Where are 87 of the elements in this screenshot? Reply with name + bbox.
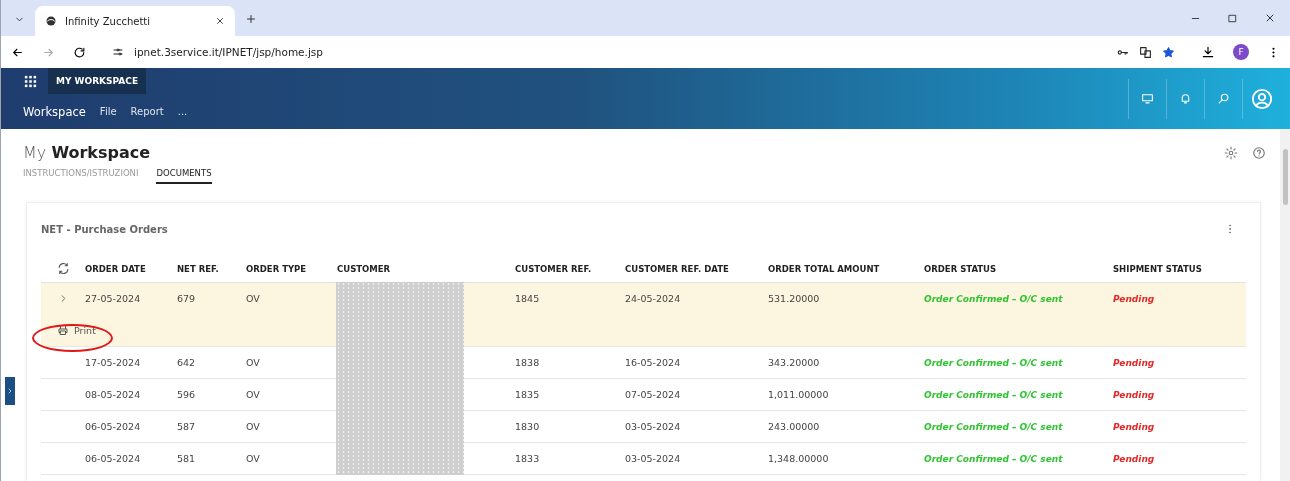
table-row[interactable]: 08-05-2024 596 OV 1835 07-05-2024 1,011.00000 Order Confirmed – O/C sent Pending bbox=[41, 379, 1246, 411]
table-cell-text: 343.20000 bbox=[768, 357, 821, 368]
table-cell-text: 06-05-2024 bbox=[85, 453, 142, 464]
url-text: ipnet.3service.it/IPNET/jsp/home.jsp bbox=[134, 46, 323, 58]
column-header[interactable]: CUSTOMER REF. DATE bbox=[625, 263, 768, 274]
site-settings-icon bbox=[112, 46, 124, 58]
order-status: Order Confirmed – O/C sent bbox=[924, 293, 1064, 304]
plus-icon[interactable] bbox=[245, 13, 257, 25]
printer-icon bbox=[57, 324, 69, 336]
table-cell-text: 07-05-2024 bbox=[625, 389, 682, 400]
order-status: Order Confirmed – O/C sent bbox=[924, 421, 1064, 432]
menu-item[interactable]: File bbox=[99, 106, 117, 117]
column-header[interactable]: NET REF. bbox=[177, 263, 246, 274]
chevron-right-icon bbox=[6, 387, 14, 395]
shipment-status: Pending bbox=[1113, 421, 1156, 432]
table-cell-text: 587 bbox=[177, 421, 197, 432]
shipment-status: Pending bbox=[1113, 453, 1156, 464]
table-cell-text: 679 bbox=[177, 293, 197, 304]
table-cell-text: 27-05-2024 bbox=[85, 293, 142, 304]
menu-item[interactable]: Report bbox=[130, 106, 164, 117]
table-cell-text: OV bbox=[246, 293, 261, 304]
table-cell-text: 03-05-2024 bbox=[625, 453, 682, 464]
table-cell-text: 531.20000 bbox=[768, 293, 821, 304]
column-header[interactable]: ORDER DATE bbox=[85, 263, 177, 274]
help-icon[interactable] bbox=[1252, 145, 1266, 160]
order-status: Order Confirmed – O/C sent bbox=[924, 453, 1064, 464]
table-cell-text: 06-05-2024 bbox=[85, 421, 142, 432]
grid-menu-icon[interactable] bbox=[23, 73, 38, 89]
print-button[interactable]: Print bbox=[53, 322, 100, 338]
menu-item[interactable]: ... bbox=[177, 106, 188, 117]
table-cell-text: 1833 bbox=[515, 453, 541, 464]
column-header[interactable]: SHIPMENT STATUS bbox=[1113, 263, 1241, 274]
shipment-status: Pending bbox=[1113, 293, 1156, 304]
table-cell-text: 642 bbox=[177, 357, 197, 368]
table-cell-text: 1835 bbox=[515, 389, 541, 400]
column-header[interactable]: CUSTOMER bbox=[337, 263, 515, 274]
table-row[interactable]: 17-05-2024 642 OV 1838 16-05-2024 343.20000 Order Confirmed – O/C sent Pending bbox=[41, 347, 1246, 379]
translate-icon[interactable] bbox=[1139, 45, 1152, 59]
table-cell-text: 03-05-2024 bbox=[625, 421, 682, 432]
table-cell-text: 1838 bbox=[515, 357, 541, 368]
column-header[interactable]: CUSTOMER REF. bbox=[515, 263, 625, 274]
sidebar-toggle[interactable] bbox=[5, 377, 15, 405]
profile-avatar[interactable]: F bbox=[1233, 44, 1249, 60]
table-cell-text: OV bbox=[246, 389, 261, 400]
user-circle-icon[interactable] bbox=[1250, 87, 1273, 110]
table-cell-text: 08-05-2024 bbox=[85, 389, 142, 400]
page-title: My Workspace bbox=[23, 143, 152, 162]
order-status: Order Confirmed – O/C sent bbox=[924, 357, 1064, 368]
star-icon[interactable] bbox=[1162, 45, 1175, 59]
menu-item[interactable]: Workspace bbox=[23, 104, 86, 119]
tab-logo-icon bbox=[45, 15, 57, 27]
table-row[interactable]: 06-05-2024 587 OV 1830 03-05-2024 243.00000 Order Confirmed – O/C sent Pending bbox=[41, 411, 1246, 443]
page-tab[interactable]: DOCUMENTS bbox=[156, 168, 212, 184]
column-header[interactable]: ORDER TYPE bbox=[246, 263, 337, 274]
table-cell-text: 596 bbox=[177, 389, 197, 400]
bell-icon[interactable] bbox=[1179, 92, 1192, 105]
shipment-status: Pending bbox=[1113, 357, 1156, 368]
close-icon[interactable] bbox=[1264, 12, 1276, 24]
table-cell-text: 1845 bbox=[515, 293, 541, 304]
close-icon[interactable] bbox=[215, 16, 225, 26]
shipment-status: Pending bbox=[1113, 389, 1156, 400]
search-icon[interactable] bbox=[1217, 92, 1230, 105]
column-header[interactable]: ORDER TOTAL AMOUNT bbox=[768, 263, 924, 274]
monitor-icon[interactable] bbox=[1141, 92, 1154, 105]
table-cell-text: 24-05-2024 bbox=[625, 293, 682, 304]
table-cell-text: 1,011.00000 bbox=[768, 389, 830, 400]
table-cell-text: OV bbox=[246, 357, 261, 368]
table-cell-text: 581 bbox=[177, 453, 197, 464]
scrollbar[interactable] bbox=[1280, 129, 1290, 481]
table-row[interactable]: 06-05-2024 581 OV 1833 03-05-2024 1,348.00000 Order Confirmed – O/C sent Pending bbox=[41, 443, 1246, 475]
browser-tab[interactable]: Infinity Zucchetti bbox=[35, 6, 235, 36]
order-status: Order Confirmed – O/C sent bbox=[924, 389, 1064, 400]
table-cell-text: 1,348.00000 bbox=[768, 453, 830, 464]
table-cell-text: OV bbox=[246, 421, 261, 432]
refresh-icon[interactable] bbox=[56, 262, 70, 275]
table-cell-text: 17-05-2024 bbox=[85, 357, 142, 368]
card-title: NET - Purchase Orders bbox=[41, 223, 169, 235]
column-header[interactable]: ORDER STATUS bbox=[924, 263, 1113, 274]
table-cell-text: 243.00000 bbox=[768, 421, 821, 432]
table-cell-text: OV bbox=[246, 453, 261, 464]
section-label[interactable]: MY WORKSPACE bbox=[48, 68, 147, 94]
maximize-icon[interactable] bbox=[1227, 12, 1238, 24]
reload-icon[interactable] bbox=[73, 45, 86, 59]
table-row[interactable]: 27-05-2024 679 OV 1845 24-05-2024 531.20000 Order Confirmed – O/C sent Pending Print bbox=[41, 283, 1246, 347]
download-icon[interactable] bbox=[1201, 45, 1215, 59]
table-cell-text: 16-05-2024 bbox=[625, 357, 682, 368]
table-cell-text: 1830 bbox=[515, 421, 541, 432]
